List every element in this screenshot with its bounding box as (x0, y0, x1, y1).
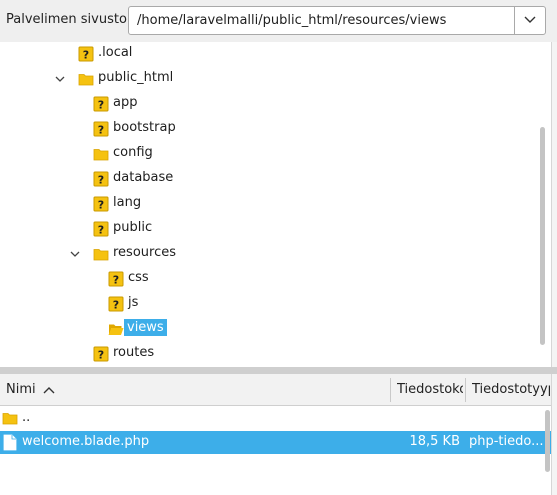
remote-path-combobox[interactable]: /home/laravelmalli/public_html/resources… (128, 6, 546, 35)
open-folder-icon (108, 324, 124, 335)
unknown-folder-icon: ? (108, 271, 124, 287)
tree-item-label: routes (113, 345, 155, 360)
unknown-folder-icon: ? (93, 221, 109, 237)
tree-item-label: views (124, 319, 167, 336)
column-label: Tiedostokoko (397, 382, 463, 397)
unknown-folder-icon: ? (108, 296, 124, 312)
folder-icon (78, 74, 94, 86)
svg-text:?: ? (98, 99, 104, 112)
file-list-scrollbar[interactable] (545, 410, 550, 472)
tree-item-label: app (113, 95, 138, 110)
column-label: Tiedostotyyppi (472, 382, 550, 397)
tree-item-label: js (128, 295, 139, 310)
svg-text:?: ? (83, 49, 89, 62)
chevron-down-icon (524, 16, 536, 23)
column-header-size[interactable]: Tiedostokoko (397, 374, 463, 405)
column-divider[interactable] (465, 378, 466, 402)
svg-text:?: ? (98, 224, 104, 237)
tree-item-label: resources (113, 245, 177, 260)
file-icon (3, 434, 17, 451)
folder-icon (2, 413, 18, 425)
unknown-folder-icon: ? (78, 46, 94, 62)
chevron-down-icon[interactable] (54, 73, 66, 85)
sort-ascending-icon (43, 386, 55, 393)
file-row-welcome-blade-php[interactable]: welcome.blade.php 18,5 KB php-tiedo... (0, 431, 557, 454)
svg-text:?: ? (113, 274, 119, 287)
file-size: 18,5 KB (409, 434, 460, 449)
path-dropdown-button[interactable] (514, 7, 545, 34)
tree-item-label: database (113, 170, 174, 185)
tree-item-label: bootstrap (113, 120, 176, 135)
unknown-folder-icon: ? (93, 346, 109, 362)
unknown-folder-icon: ? (93, 96, 109, 112)
tree-item-label: public_html (98, 70, 174, 85)
remote-site-bar: Palvelimen sivusto: /home/laravelmalli/p… (0, 0, 557, 42)
unknown-folder-icon: ? (93, 121, 109, 137)
file-type: php-tiedo... (469, 434, 544, 449)
tree-item-label: css (128, 270, 149, 285)
remote-path-value[interactable]: /home/laravelmalli/public_html/resources… (137, 13, 446, 28)
tree-item-label: public (113, 220, 153, 235)
column-header-type[interactable]: Tiedostotyyppi (472, 374, 550, 405)
column-label: Nimi (6, 382, 36, 397)
tree-item-label: .local (98, 45, 133, 60)
svg-text:?: ? (98, 174, 104, 187)
file-row-parent[interactable]: .. (0, 407, 557, 430)
svg-text:?: ? (113, 299, 119, 312)
window-edge (551, 42, 557, 368)
tree-item-label: lang (113, 195, 142, 210)
pane-splitter[interactable] (0, 367, 557, 374)
folder-icon (93, 149, 109, 161)
window-edge (551, 374, 557, 495)
remote-directory-tree[interactable]: ? .local public_html ? app ? bootstrap c… (0, 42, 557, 368)
column-divider[interactable] (390, 378, 391, 402)
svg-text:?: ? (98, 349, 104, 362)
column-header-name[interactable]: Nimi (6, 374, 386, 405)
remote-file-list[interactable]: Nimi Tiedostokoko Tiedostotyyppi .. welc… (0, 374, 557, 495)
unknown-folder-icon: ? (93, 196, 109, 212)
chevron-down-icon[interactable] (69, 248, 81, 260)
svg-text:?: ? (98, 124, 104, 137)
file-name: .. (22, 410, 31, 425)
folder-icon (93, 249, 109, 261)
remote-site-label: Palvelimen sivusto: (6, 12, 132, 27)
svg-text:?: ? (98, 199, 104, 212)
unknown-folder-icon: ? (93, 171, 109, 187)
file-name: welcome.blade.php (22, 434, 150, 449)
tree-item-label: config (113, 145, 153, 160)
tree-scrollbar[interactable] (540, 127, 545, 345)
file-list-header: Nimi Tiedostokoko Tiedostotyyppi (0, 374, 557, 406)
